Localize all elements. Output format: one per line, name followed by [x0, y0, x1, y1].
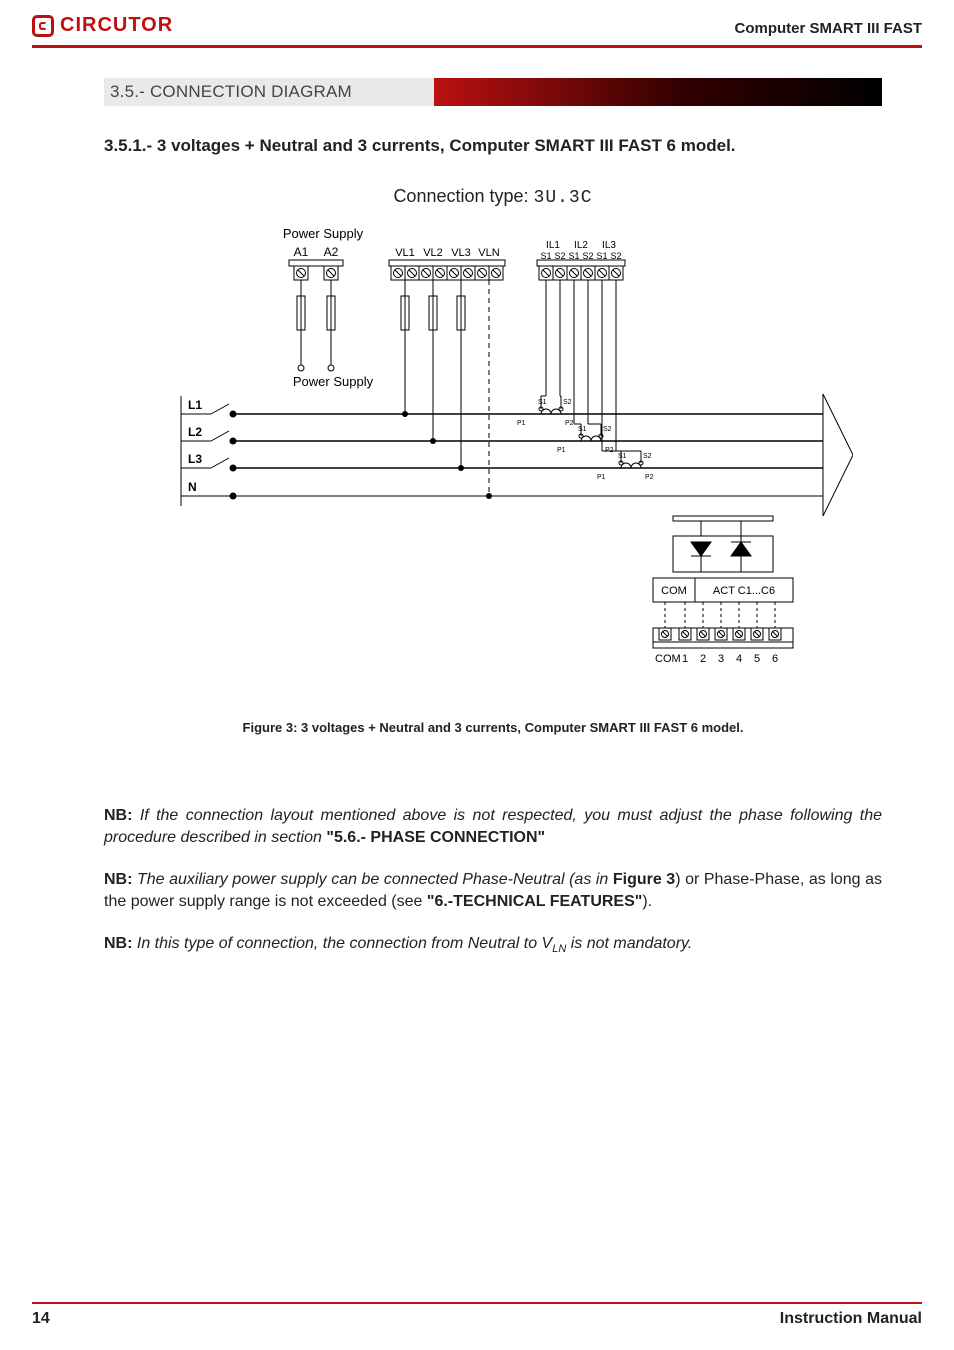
ct1-s2: S2	[563, 399, 572, 406]
label-vl3: VL3	[451, 247, 471, 259]
section-heading-gradient	[434, 78, 882, 106]
note-2-fig: Figure 3	[613, 871, 675, 888]
label-vln: VLN	[478, 247, 499, 259]
note-3-sub: LN	[552, 944, 566, 956]
note-2-tail2: ).	[642, 893, 652, 910]
section-heading: 3.5.- CONNECTION DIAGRAM	[104, 78, 434, 106]
note-3-body-b: is not mandatory.	[566, 935, 692, 952]
note-2-body: The auxiliary power supply can be connec…	[132, 871, 612, 888]
ct3-s1: S1	[618, 453, 627, 460]
connection-type-line: Connection type: 3U.3C	[104, 186, 882, 208]
connection-type-label: Connection type:	[393, 186, 533, 206]
label-out-4: 4	[736, 653, 742, 665]
note-3-lead: NB:	[104, 935, 132, 952]
section-heading-bar: 3.5.- CONNECTION DIAGRAM	[104, 78, 882, 106]
label-il3: IL3	[602, 240, 616, 251]
ct2-p1: P1	[557, 447, 566, 454]
note-2-ref: "6.-TECHNICAL FEATURES"	[427, 893, 642, 910]
label-l2: L2	[188, 425, 202, 439]
label-out-5: 5	[754, 653, 760, 665]
label-vl2: VL2	[423, 247, 443, 259]
label-power-supply-top: Power Supply	[283, 226, 364, 241]
note-1-lead: NB:	[104, 807, 132, 824]
page-number: 14	[32, 1310, 50, 1328]
ct3-p1: P1	[597, 474, 606, 481]
note-3: NB: In this type of connection, the conn…	[104, 933, 882, 957]
page-footer: 14 Instruction Manual	[0, 1302, 954, 1328]
label-a2: A2	[324, 245, 339, 259]
label-out-1: 1	[682, 653, 688, 665]
header-bar: CIRCUTOR Computer SMART III FAST	[32, 14, 922, 43]
brand-icon	[32, 15, 54, 37]
note-2-lead: NB:	[104, 871, 132, 888]
note-1: NB: If the connection layout mentioned a…	[104, 805, 882, 849]
label-out-2: 2	[700, 653, 706, 665]
label-out-3: 3	[718, 653, 724, 665]
diagram-container: Power Supply A1 A2 VL1 VL2 VL3 VLN IL1 I…	[104, 226, 882, 706]
footer-rule	[32, 1302, 922, 1304]
ct1-s1: S1	[538, 399, 547, 406]
label-il1: IL1	[546, 240, 560, 251]
label-out-6: 6	[772, 653, 778, 665]
label-power-supply-bottom: Power Supply	[293, 374, 374, 389]
note-2: NB: The auxiliary power supply can be co…	[104, 869, 882, 913]
document-title: Computer SMART III FAST	[735, 20, 923, 37]
brand-logo: CIRCUTOR	[32, 14, 173, 37]
subsection-heading: 3.5.1.- 3 voltages + Neutral and 3 curre…	[104, 136, 882, 156]
connection-diagram: Power Supply A1 A2 VL1 VL2 VL3 VLN IL1 I…	[133, 226, 853, 706]
label-com-box: COM	[661, 585, 687, 597]
ct3-p2: P2	[645, 474, 654, 481]
note-3-body-a: In this type of connection, the connecti…	[132, 935, 552, 952]
note-1-ref: "5.6.- PHASE CONNECTION"	[326, 829, 545, 846]
ct2-s2: S2	[603, 426, 612, 433]
label-il2: IL2	[574, 240, 588, 251]
brand-text: CIRCUTOR	[60, 14, 173, 37]
label-l3: L3	[188, 452, 202, 466]
label-out-com: COM	[655, 653, 681, 665]
label-act-box: ACT C1...C6	[713, 585, 775, 597]
connection-type-value: 3U.3C	[534, 188, 593, 208]
footer-label: Instruction Manual	[780, 1310, 922, 1328]
ct1-p2: P2	[565, 420, 574, 427]
ct2-s1: S1	[578, 426, 587, 433]
ct1-p1: P1	[517, 420, 526, 427]
label-vl1: VL1	[395, 247, 415, 259]
ct3-s2: S2	[643, 453, 652, 460]
label-l1: L1	[188, 398, 202, 412]
label-n: N	[188, 480, 197, 494]
figure-caption: Figure 3: 3 voltages + Neutral and 3 cur…	[104, 720, 882, 735]
label-a1: A1	[294, 245, 309, 259]
